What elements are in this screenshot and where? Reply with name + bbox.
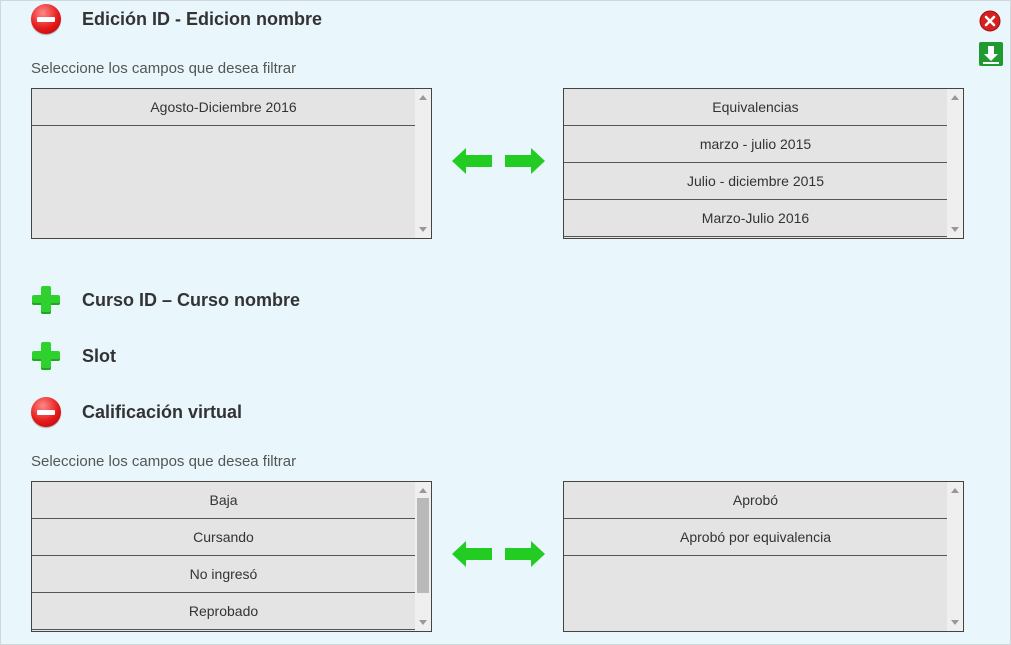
list-item[interactable]: Aprobó xyxy=(564,482,947,519)
scroll-up-icon[interactable] xyxy=(951,95,959,100)
expand-slot-button[interactable] xyxy=(31,341,61,371)
section-calificacion-title: Calificación virtual xyxy=(82,401,243,422)
collapse-edicion-button[interactable] xyxy=(31,4,61,34)
scroll-down-icon[interactable] xyxy=(419,620,427,625)
close-button[interactable] xyxy=(979,10,1001,37)
download-icon xyxy=(979,42,1003,66)
scroll-up-icon[interactable] xyxy=(951,488,959,493)
minus-icon xyxy=(37,16,55,22)
list-item[interactable]: Julio - diciembre 2015 xyxy=(564,163,947,200)
scroll-up-icon[interactable] xyxy=(419,488,427,493)
section-calificacion-header: Calificación virtual xyxy=(31,397,242,427)
section-edicion-hint: Seleccione los campos que desea filtrar xyxy=(31,60,297,77)
scroll-down-icon[interactable] xyxy=(951,620,959,625)
scrollbar[interactable] xyxy=(415,89,431,238)
list-item[interactable]: marzo - julio 2015 xyxy=(564,126,947,163)
scroll-down-icon[interactable] xyxy=(419,227,427,232)
section-curso-title: Curso ID – Curso nombre xyxy=(82,289,301,310)
scroll-up-icon[interactable] xyxy=(419,95,427,100)
collapse-calificacion-button[interactable] xyxy=(31,397,61,427)
scrollbar[interactable] xyxy=(947,89,963,238)
section-slot-title: Slot xyxy=(82,345,116,366)
move-right-button[interactable] xyxy=(505,541,545,567)
section-edicion-header: Edición ID - Edicion nombre xyxy=(31,4,322,34)
calificacion-selected-list[interactable]: Aprobó Aprobó por equivalencia xyxy=(563,481,964,632)
scrollbar[interactable] xyxy=(415,482,431,631)
section-calificacion-hint: Seleccione los campos que desea filtrar xyxy=(31,453,297,470)
calificacion-available-list[interactable]: Baja Cursando No ingresó Reprobado xyxy=(31,481,432,632)
arrow-left-icon xyxy=(452,148,492,174)
list-item[interactable]: Cursando xyxy=(32,519,415,556)
list-item[interactable]: Reprobado xyxy=(32,593,415,630)
plus-icon-vertical xyxy=(41,286,51,314)
section-slot-header: Slot xyxy=(31,341,116,371)
section-curso-header: Curso ID – Curso nombre xyxy=(31,285,300,315)
move-right-button[interactable] xyxy=(505,148,545,174)
scrollbar[interactable] xyxy=(947,482,963,631)
list-item[interactable]: No ingresó xyxy=(32,556,415,593)
scroll-down-icon[interactable] xyxy=(951,227,959,232)
edicion-available-list[interactable]: Agosto-Diciembre 2016 xyxy=(31,88,432,239)
plus-icon-vertical xyxy=(41,342,51,370)
move-left-button[interactable] xyxy=(452,541,492,567)
move-left-button[interactable] xyxy=(452,148,492,174)
edicion-selected-list[interactable]: Equivalencias marzo - julio 2015 Julio -… xyxy=(563,88,964,239)
list-item[interactable]: Agosto-Diciembre 2016 xyxy=(32,89,415,126)
list-item[interactable]: Equivalencias xyxy=(564,89,947,126)
list-item[interactable]: Baja xyxy=(32,482,415,519)
close-icon xyxy=(979,10,1001,32)
list-item[interactable]: Marzo-Julio 2016 xyxy=(564,200,947,237)
arrow-right-icon xyxy=(505,541,545,567)
arrow-left-icon xyxy=(452,541,492,567)
filter-panel: Edición ID - Edicion nombre Seleccione l… xyxy=(0,0,1011,645)
calificacion-move-controls xyxy=(452,541,545,567)
expand-curso-button[interactable] xyxy=(31,285,61,315)
arrow-right-icon xyxy=(505,148,545,174)
list-item[interactable]: Aprobó por equivalencia xyxy=(564,519,947,556)
edicion-move-controls xyxy=(452,148,545,174)
section-edicion-title: Edición ID - Edicion nombre xyxy=(82,8,323,29)
scrollbar-thumb[interactable] xyxy=(417,498,429,593)
minus-icon xyxy=(37,409,55,415)
download-button[interactable] xyxy=(979,42,1003,71)
